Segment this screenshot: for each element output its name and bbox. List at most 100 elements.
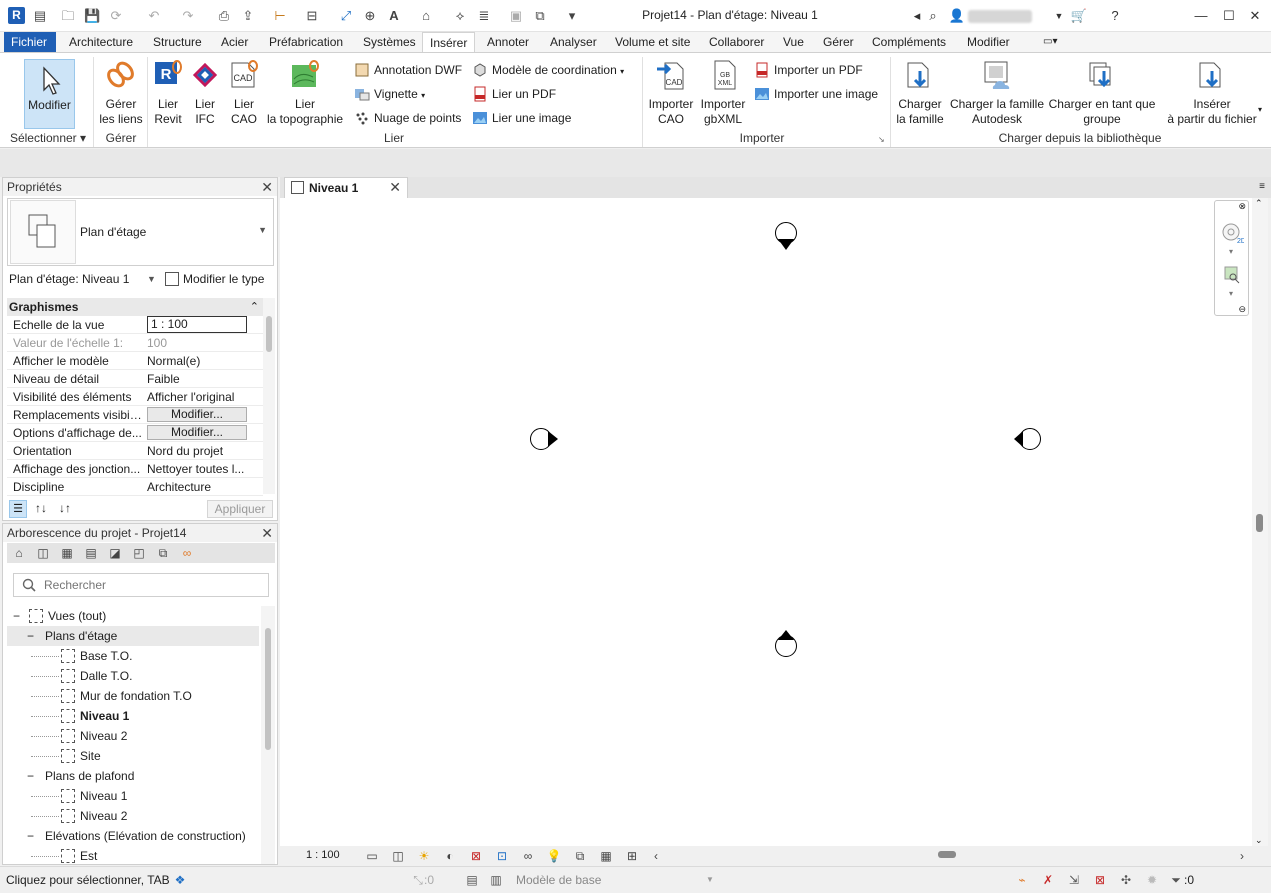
tab-structure[interactable]: Structure: [146, 32, 209, 52]
canvas-vertical-thumb[interactable]: [1256, 514, 1263, 532]
inserer-fichier-button[interactable]: Insérer à partir du fichier: [1162, 59, 1262, 127]
tree-group-item[interactable]: − Elévations (Elévation de construction): [7, 826, 259, 846]
close-icon[interactable]: ✕: [1246, 8, 1264, 24]
modifier-button[interactable]: Modifier: [24, 59, 75, 129]
undo-icon[interactable]: ↶: [146, 8, 162, 24]
scroll-up-icon[interactable]: ⌃: [1255, 198, 1263, 209]
worksharing-icon[interactable]: ❖: [172, 872, 188, 888]
steering-wheel-dropdown-icon[interactable]: ▾: [1229, 247, 1233, 256]
browser-search[interactable]: [13, 573, 269, 597]
edit-type-button[interactable]: Modifier le type: [165, 272, 264, 286]
tab-analyser[interactable]: Analyser: [543, 32, 604, 52]
lier-revit-button[interactable]: R Lier Revit: [150, 59, 186, 127]
view-tab-niveau-1[interactable]: Niveau 1 ✕: [284, 177, 408, 198]
tab-architecture[interactable]: Architecture: [62, 32, 140, 52]
vignette-button[interactable]: Vignette ▾: [354, 85, 425, 103]
reveal-hidden-icon[interactable]: 💡: [546, 848, 562, 864]
binoculars-icon[interactable]: ⌕: [924, 8, 942, 24]
active-model[interactable]: Modèle de base: [516, 873, 601, 887]
importer-gbxml-button[interactable]: GB XML Importer gbXML: [698, 59, 748, 127]
tree-view-item[interactable]: Site: [61, 746, 101, 766]
group-graphismes[interactable]: Graphismes ⌃: [7, 298, 263, 316]
drag-elements-icon[interactable]: ✣: [1118, 872, 1134, 888]
view-tab-close-icon[interactable]: ✕: [389, 179, 401, 196]
active-design-option-icon[interactable]: ▥: [488, 872, 504, 888]
lier-image-button[interactable]: Lier une image: [472, 109, 571, 127]
select-underlay-icon[interactable]: ✗: [1040, 872, 1056, 888]
property-row[interactable]: Visibilité des éléments Afficher l'origin…: [7, 388, 263, 406]
zoom-dropdown-icon[interactable]: ▾: [1229, 289, 1233, 298]
nav-bar-close-icon[interactable]: ⊗: [1238, 201, 1246, 212]
select-links-icon[interactable]: ⌁: [1014, 872, 1030, 888]
revit-logo-icon[interactable]: R: [8, 7, 25, 24]
browser-scrollbar[interactable]: [261, 606, 275, 864]
tree-view-item[interactable]: Dalle T.O.: [61, 666, 132, 686]
nuage-points-button[interactable]: Nuage de points: [354, 109, 461, 127]
measure-icon[interactable]: ⊢: [272, 8, 288, 24]
zoom-region-icon[interactable]: [1223, 265, 1241, 285]
property-row[interactable]: Remplacements visibili... Modifier...: [7, 406, 263, 424]
detail-level-icon[interactable]: ▭: [364, 848, 380, 864]
properties-scroll-thumb[interactable]: [266, 316, 272, 352]
maximize-icon[interactable]: ☐: [1220, 8, 1238, 24]
tree-group-item[interactable]: − Plans de plafond: [7, 766, 259, 786]
charger-groupe-button[interactable]: Charger en tant que groupe: [1048, 59, 1156, 127]
tag-icon[interactable]: ⤢: [338, 8, 354, 24]
type-selector[interactable]: Plan d'étage ▼: [7, 198, 274, 266]
save-icon[interactable]: 💾: [84, 8, 100, 24]
analytical-model-icon[interactable]: ▦: [598, 848, 614, 864]
tree-view-item[interactable]: Mur de fondation T.O: [61, 686, 192, 706]
properties-close-icon[interactable]: ✕: [261, 178, 273, 196]
elevation-marker-south[interactable]: [775, 630, 797, 657]
importer-cao-button[interactable]: CAD Importer CAO: [646, 59, 696, 127]
property-edit-button[interactable]: Modifier...: [147, 407, 247, 422]
close-hidden-icon[interactable]: ▣: [508, 8, 524, 24]
search-input[interactable]: [44, 578, 254, 592]
property-value[interactable]: 1 : 100: [147, 316, 247, 333]
canvas-horizontal-thumb[interactable]: [938, 851, 956, 858]
apply-button[interactable]: Appliquer: [207, 500, 273, 518]
tab-vue[interactable]: Vue: [776, 32, 811, 52]
instance-selector[interactable]: Plan d'étage: Niveau 1: [9, 272, 129, 286]
print-icon[interactable]: ⎙: [216, 8, 232, 24]
dimension-icon[interactable]: ⊟: [304, 8, 320, 24]
property-row[interactable]: Echelle de la vue 1 : 100: [7, 316, 263, 334]
sync-icon[interactable]: ⟳: [108, 8, 124, 24]
sort-category-icon[interactable]: ☰: [9, 500, 27, 518]
tab-acier[interactable]: Acier: [214, 32, 255, 52]
property-row[interactable]: Niveau de détail Faible: [7, 370, 263, 388]
filter-icon[interactable]: ⏷: [1168, 872, 1184, 888]
tree-view-item[interactable]: Niveau 1: [61, 706, 129, 726]
nav-bar-options-icon[interactable]: ⊖: [1238, 304, 1246, 315]
tree-view-item[interactable]: Niveau 2: [61, 806, 127, 826]
tab-overflow-icon[interactable]: ≡: [1259, 181, 1265, 192]
charger-autodesk-button[interactable]: Charger la famille Autodesk: [948, 59, 1046, 127]
revit-links-icon[interactable]: ∞: [179, 545, 195, 561]
sort-descending-icon[interactable]: ↓↑: [59, 501, 71, 515]
user-name[interactable]: [968, 10, 1032, 23]
tab-systemes[interactable]: Systèmes: [356, 32, 423, 52]
cart-icon[interactable]: 🛒: [1070, 8, 1088, 24]
annotation-dwf-button[interactable]: Annotation DWF: [354, 61, 462, 79]
elevation-marker-west[interactable]: [530, 428, 559, 450]
panel-importer-launcher-icon[interactable]: ↘: [878, 135, 885, 144]
tab-volume-site[interactable]: Volume et site: [608, 32, 697, 52]
tab-fichier[interactable]: Fichier: [4, 32, 56, 52]
property-row[interactable]: Afficher le modèle Normal(e): [7, 352, 263, 370]
gerer-liens-button[interactable]: Gérer les liens: [98, 59, 144, 127]
home-icon[interactable]: ▤: [32, 8, 48, 24]
collapse-toggle-icon[interactable]: −: [27, 826, 37, 846]
panel-selectionner[interactable]: Sélectionner ▾: [4, 131, 92, 147]
scroll-down-icon[interactable]: ⌄: [1255, 835, 1263, 846]
help-icon[interactable]: ?: [1106, 8, 1124, 24]
crop-region-icon[interactable]: ⊡: [494, 848, 510, 864]
tab-modifier[interactable]: Modifier: [960, 32, 1017, 52]
property-row[interactable]: Valeur de l'échelle 1: 100: [7, 334, 263, 352]
select-by-face-icon[interactable]: ⊠: [1092, 872, 1108, 888]
scroll-right-icon[interactable]: ›: [1234, 848, 1250, 864]
collapse-icon[interactable]: ⌃: [250, 298, 259, 316]
lock-3d-icon[interactable]: ⧉: [572, 848, 588, 864]
schedules-icon[interactable]: ▤: [83, 545, 99, 561]
elevation-marker-east[interactable]: [1014, 428, 1041, 450]
elevation-marker-north[interactable]: [775, 222, 797, 251]
